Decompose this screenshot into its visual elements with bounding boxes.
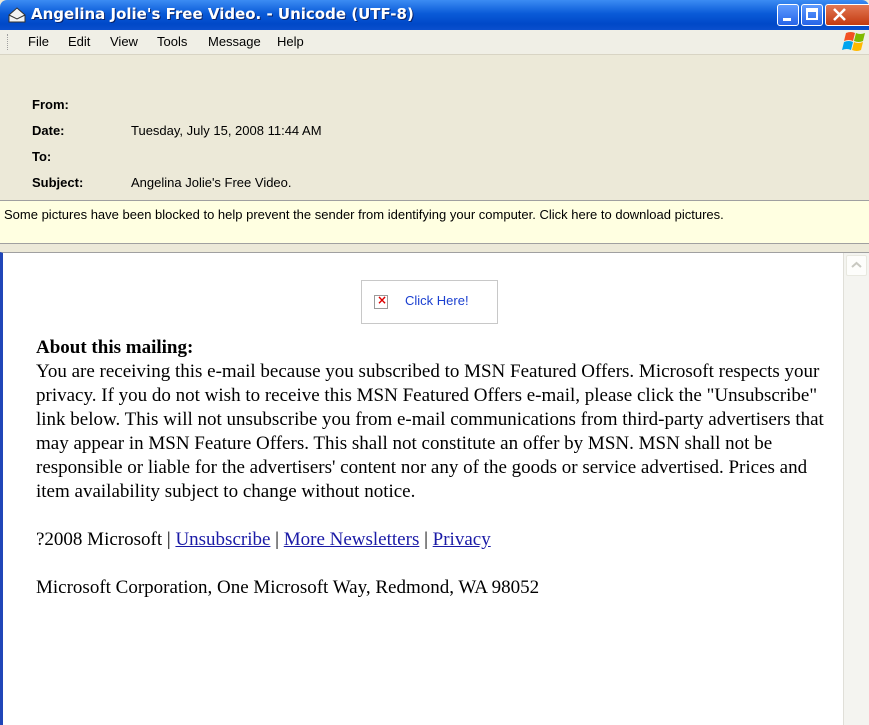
menu-help[interactable]: Help (277, 34, 304, 49)
mailing-body-text: You are receiving this e-mail because yo… (36, 361, 824, 502)
company-address: Microsoft Corporation, One Microsoft Way… (36, 577, 540, 598)
more-newsletters-link[interactable]: More Newsletters (284, 529, 420, 550)
minimize-button[interactable] (777, 4, 799, 26)
from-label: From: (32, 97, 69, 112)
to-label: To: (32, 149, 52, 164)
privacy-link[interactable]: Privacy (433, 529, 491, 550)
image-alt-text: Click Here! (405, 293, 469, 308)
message-content: About this mailing: You are receiving th… (36, 336, 836, 600)
title-bar[interactable]: Angelina Jolie's Free Video. - Unicode (… (0, 0, 869, 30)
blocked-image-link[interactable]: × Click Here! (361, 280, 498, 324)
close-icon (833, 8, 846, 21)
menu-edit[interactable]: Edit (68, 34, 90, 49)
vertical-scrollbar[interactable] (843, 253, 869, 725)
infobar-text: Some pictures have been blocked to help … (4, 207, 724, 222)
unsubscribe-link[interactable]: Unsubscribe (175, 529, 270, 550)
toolbar-grip[interactable] (7, 34, 10, 50)
date-label: Date: (32, 123, 65, 138)
windows-logo-icon (842, 32, 865, 51)
menu-message[interactable]: Message (208, 34, 261, 49)
mailing-heading: About this mailing: (36, 337, 194, 358)
link-separator: | (275, 529, 279, 550)
envelope-icon (8, 7, 26, 23)
subject-value: Angelina Jolie's Free Video. (131, 175, 292, 190)
subject-label: Subject: (32, 175, 84, 190)
close-button[interactable] (825, 4, 869, 26)
menu-view[interactable]: View (110, 34, 138, 49)
menu-tools[interactable]: Tools (157, 34, 187, 49)
link-separator: | (424, 529, 428, 550)
maximize-button[interactable] (801, 4, 823, 26)
chevron-up-icon (851, 261, 862, 268)
minimize-icon (783, 18, 791, 21)
maximize-icon (806, 8, 818, 20)
menu-file[interactable]: File (28, 34, 49, 49)
link-separator: | (166, 529, 171, 550)
copyright-text: ?2008 Microsoft (36, 529, 163, 550)
scroll-up-button[interactable] (846, 255, 867, 276)
message-headers: From: Date: Tuesday, July 15, 2008 11:44… (0, 55, 869, 200)
window-title: Angelina Jolie's Free Video. - Unicode (… (31, 5, 414, 23)
menu-bar: File Edit View Tools Message Help (0, 30, 869, 55)
date-value: Tuesday, July 15, 2008 11:44 AM (131, 123, 322, 138)
blocked-pictures-infobar[interactable]: Some pictures have been blocked to help … (0, 200, 869, 244)
footer-links-line: ?2008 Microsoft | Unsubscribe | More New… (36, 528, 836, 552)
broken-image-icon: × (374, 293, 388, 309)
